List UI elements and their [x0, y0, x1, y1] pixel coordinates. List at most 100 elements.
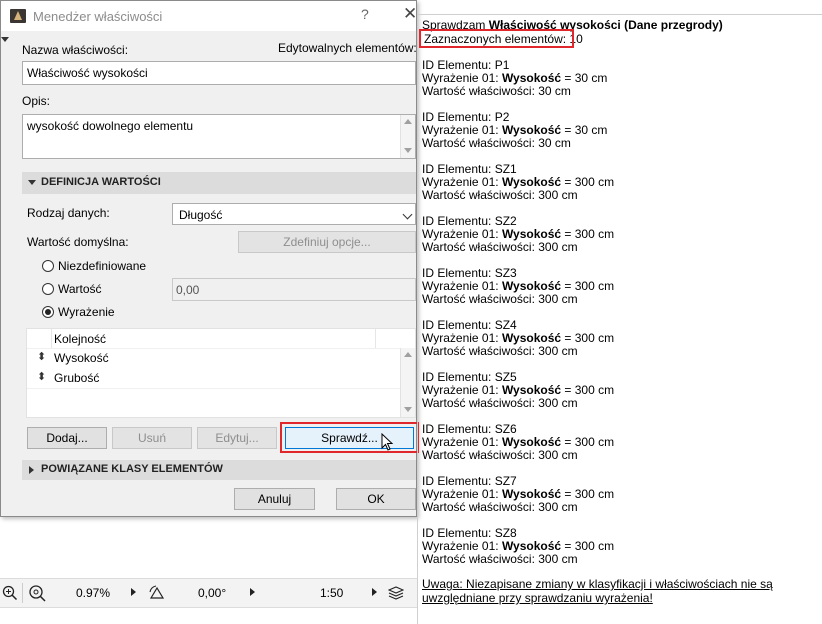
list-item[interactable]: ⬍ Grubość	[27, 368, 401, 388]
element-property-value: Wartość właściwości: 300 cm	[422, 292, 578, 306]
expression-prefix: Wyrażenie 01:	[422, 435, 502, 449]
zoom-value[interactable]: 0.97%	[76, 586, 110, 600]
property-manager-dialog: Menedżer właściwości ? ✕ Nazwa właściwoś…	[0, 0, 419, 517]
angle-value[interactable]: 0,00°	[198, 586, 226, 600]
warning-note: Uwaga: Niezapisane zmiany w klasyfikacji…	[422, 577, 773, 605]
radio-undefined[interactable]	[42, 260, 54, 272]
expression-result: = 300 cm	[561, 279, 615, 293]
element-id: ID Elementu: SZ1	[422, 162, 517, 176]
list-scrollbar[interactable]	[400, 348, 415, 417]
list-header-label: Kolejność	[54, 332, 107, 346]
radio-expression[interactable]	[42, 306, 54, 318]
expression-prefix: Wyrażenie 01:	[422, 123, 502, 137]
element-property-value: Wartość właściwości: 300 cm	[422, 240, 578, 254]
help-button[interactable]: ?	[361, 6, 369, 22]
check-button-highlight	[280, 422, 419, 453]
list-item-label: Wysokość	[54, 351, 109, 365]
dialog-title: Menedżer właściwości	[33, 9, 163, 24]
element-property-value: Wartość właściwości: 30 cm	[422, 136, 571, 150]
cancel-button[interactable]: Anuluj	[234, 488, 315, 510]
element-expression: Wyrażenie 01: Wysokość = 300 cm	[422, 487, 614, 501]
archicad-logo-icon	[10, 9, 26, 23]
radio-value[interactable]	[42, 283, 54, 295]
remove-button[interactable]: Usuń	[112, 427, 192, 449]
ok-button[interactable]: OK	[336, 488, 416, 510]
property-name-input[interactable]: Właściwość wysokości	[22, 61, 416, 85]
data-type-label: Rodzaj danych:	[27, 206, 110, 220]
list-item-label: Grubość	[54, 371, 100, 385]
expression-result: = 30 cm	[561, 71, 608, 85]
description-label: Opis:	[22, 94, 51, 108]
radio-value-label: Wartość	[58, 282, 102, 296]
expression-list: Kolejność ⬍ Wysokość ⬍ Grubość	[26, 328, 416, 418]
warning-note-line: uwzględniane przy sprawdzaniu wyrażenia!	[422, 591, 653, 605]
list-item[interactable]: ⬍ Wysokość	[27, 348, 401, 368]
scale-value[interactable]: 1:50	[320, 586, 343, 600]
section-title: DEFINICJA WARTOŚCI	[41, 176, 161, 188]
data-type-value: Długość	[179, 208, 223, 222]
expression-parameter: Wysokość	[501, 175, 562, 189]
expression-prefix: Wyrażenie 01:	[422, 539, 502, 553]
default-value-field[interactable]: 0,00	[172, 278, 416, 301]
expression-result: = 300 cm	[561, 175, 615, 189]
radio-expression-label: Wyrażenie	[58, 305, 115, 319]
angle-dropdown-icon[interactable]	[250, 588, 255, 596]
expression-parameter: Wysokość	[501, 71, 562, 85]
element-id: ID Elementu: SZ7	[422, 474, 517, 488]
element-expression: Wyrażenie 01: Wysokość = 300 cm	[422, 279, 614, 293]
close-button[interactable]: ✕	[403, 4, 417, 24]
related-classes-section[interactable]: POWIĄZANE KLASY ELEMENTÓW	[22, 460, 416, 480]
expression-prefix: Wyrażenie 01:	[422, 487, 502, 501]
edit-button[interactable]: Edytuj...	[197, 427, 277, 449]
element-property-value: Wartość właściwości: 300 cm	[422, 188, 578, 202]
scroll-up-icon[interactable]	[404, 119, 412, 124]
column-divider	[375, 329, 376, 348]
value-definition-section[interactable]: DEFINICJA WARTOŚCI	[22, 172, 416, 194]
expression-parameter: Wysokość	[501, 435, 562, 449]
collapse-arrow-icon[interactable]	[1, 37, 9, 42]
element-id: ID Elementu: SZ3	[422, 266, 517, 280]
expression-prefix: Wyrażenie 01:	[422, 227, 502, 241]
default-value-label: Wartość domyślna:	[27, 235, 129, 249]
fit-zoom-icon[interactable]	[28, 584, 46, 602]
status-bar: 0.97% 0,00° 1:50	[0, 578, 417, 608]
expression-prefix: Wyrażenie 01:	[422, 331, 502, 345]
row-divider	[27, 388, 401, 389]
expression-parameter: Wysokość	[501, 331, 562, 345]
chevron-down-icon	[402, 209, 413, 220]
expression-prefix: Wyrażenie 01:	[422, 279, 502, 293]
expression-parameter: Wysokość	[501, 227, 562, 241]
zoom-icon[interactable]	[2, 585, 18, 601]
scale-dropdown-icon[interactable]	[372, 588, 377, 596]
data-type-select[interactable]: Długość	[172, 203, 416, 225]
scroll-down-icon[interactable]	[404, 407, 412, 412]
define-options-button[interactable]: Zdefiniuj opcje...	[238, 231, 416, 253]
element-expression: Wyrażenie 01: Wysokość = 30 cm	[422, 123, 607, 137]
warning-note-line: Uwaga: Niezapisane zmiany w klasyfikacji…	[422, 577, 773, 591]
element-expression: Wyrażenie 01: Wysokość = 300 cm	[422, 539, 614, 553]
expand-triangle-icon	[28, 180, 36, 185]
column-divider	[51, 329, 52, 348]
expand-triangle-icon	[29, 466, 34, 474]
drag-handle-icon[interactable]: ⬍	[37, 350, 46, 363]
rotate-view-icon[interactable]	[148, 584, 166, 602]
description-scrollbar[interactable]	[400, 115, 415, 158]
layers-icon[interactable]	[388, 585, 404, 601]
radio-undefined-label: Niezdefiniowane	[58, 259, 147, 273]
zoom-dropdown-icon[interactable]	[131, 588, 136, 596]
add-button[interactable]: Dodaj...	[27, 427, 107, 449]
title-bar: Menedżer właściwości ? ✕	[1, 1, 417, 31]
list-header: Kolejność	[27, 329, 401, 349]
scroll-down-icon[interactable]	[404, 148, 412, 153]
drag-handle-icon[interactable]: ⬍	[37, 370, 46, 383]
element-property-value: Wartość właściwości: 300 cm	[422, 396, 578, 410]
element-property-value: Wartość właściwości: 300 cm	[422, 448, 578, 462]
expression-parameter: Wysokość	[501, 279, 562, 293]
description-input[interactable]: wysokość dowolnego elementu	[22, 114, 416, 159]
scroll-up-icon[interactable]	[404, 352, 412, 357]
selected-count-highlight	[419, 29, 574, 48]
expression-prefix: Wyrażenie 01:	[422, 175, 502, 189]
expression-result: = 300 cm	[561, 331, 615, 345]
expression-prefix: Wyrażenie 01:	[422, 383, 502, 397]
expression-result: = 300 cm	[561, 435, 615, 449]
